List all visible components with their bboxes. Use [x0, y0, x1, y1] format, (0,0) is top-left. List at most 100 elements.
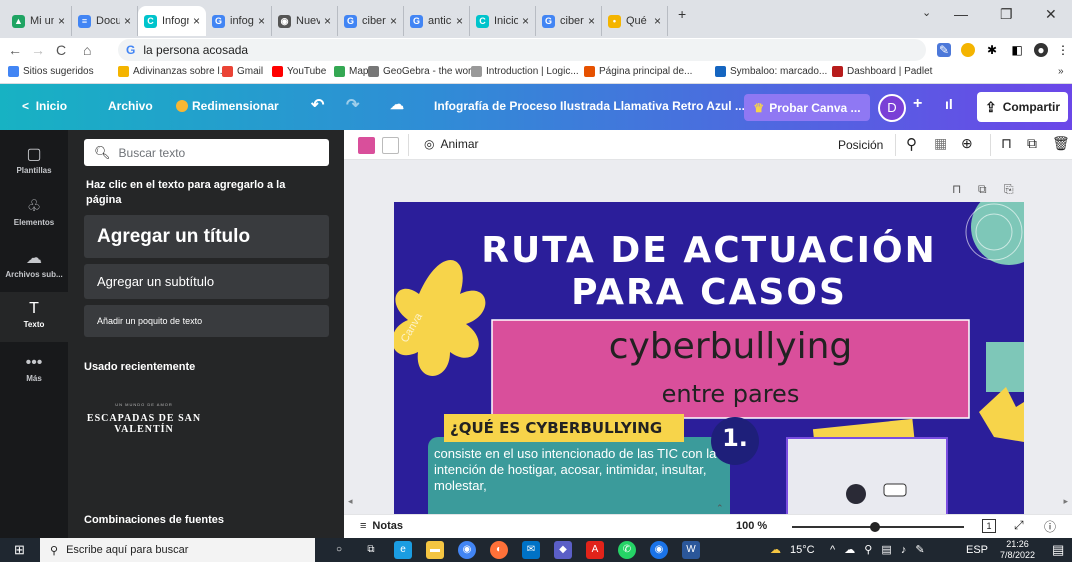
rail-item[interactable]: ••• Más: [0, 346, 68, 390]
zoom-value[interactable]: 100 %: [736, 520, 767, 532]
page-lock-icon[interactable]: ⊓: [952, 182, 961, 196]
browser-tab[interactable]: C Inicio - (×: [470, 6, 536, 36]
taskbar-search-input[interactable]: ⚲ Escribe aquí para buscar: [40, 538, 315, 562]
tab-close-icon[interactable]: ×: [324, 14, 331, 28]
browser-tab[interactable]: Ginfografí ×: [206, 6, 272, 36]
minimize-icon[interactable]: —: [954, 6, 968, 22]
windows-start-icon[interactable]: ⊞: [14, 542, 25, 558]
browser-tab[interactable]: • Qué es e ×: [602, 6, 668, 36]
chrome-icon[interactable]: ◉: [458, 541, 476, 559]
browser-tab[interactable]: ▲ Mi unida ×: [6, 6, 72, 36]
zoom-slider[interactable]: [792, 522, 964, 532]
rail-item[interactable]: T Texto: [0, 292, 68, 342]
cloud-save-icon[interactable]: ☁: [390, 96, 404, 113]
firefox-icon[interactable]: ◐: [490, 541, 508, 559]
browser-tab[interactable]: ≡ Docume ×: [72, 6, 138, 36]
sidebar-icon[interactable]: ◧: [1010, 43, 1024, 57]
bookmark-item[interactable]: Symbaloo: marcado...: [715, 66, 827, 77]
forward-icon[interactable]: →: [31, 42, 45, 58]
help-icon[interactable]: ⓘ: [1044, 518, 1056, 535]
banner-sub-text[interactable]: entre pares: [492, 380, 969, 408]
bookmark-item[interactable]: GeoGebra - the wor...: [368, 66, 479, 77]
design-page[interactable]: RUTA DE ACTUACIÓN PARA CASOS cyberbullyi…: [394, 202, 1024, 514]
whatsapp-icon[interactable]: ✆: [618, 541, 636, 559]
add-subtitle-button[interactable]: Agregar un subtítulo: [84, 264, 329, 299]
task-view-icon[interactable]: ⧉: [362, 541, 380, 559]
tab-close-icon[interactable]: ×: [456, 14, 463, 28]
address-field[interactable]: G la persona acosada: [118, 39, 926, 61]
paint-format-icon[interactable]: ⚲: [906, 135, 917, 153]
tab-close-icon[interactable]: ×: [522, 14, 529, 28]
extension-icon[interactable]: [961, 43, 975, 57]
home-icon[interactable]: ⌂: [83, 42, 91, 58]
tray-icons[interactable]: ^ ☁ ⚲ ▤ ♪ ✎: [830, 543, 928, 556]
lock-icon[interactable]: ⊓: [1001, 135, 1012, 152]
recent-font-thumbnail[interactable]: UN MUNDO DE AMOR ESCAPADAS DE SAN VALENT…: [84, 392, 204, 492]
tab-close-icon[interactable]: ×: [58, 14, 65, 28]
color-swatch-white[interactable]: [382, 137, 399, 154]
bookmark-item[interactable]: Sitios sugeridos: [8, 66, 94, 77]
zoom-slider-knob[interactable]: [869, 522, 880, 532]
add-member-icon[interactable]: +: [913, 95, 922, 113]
add-title-button[interactable]: Agregar un título: [84, 215, 329, 258]
banner-main-text[interactable]: cyberbullying: [492, 326, 969, 367]
rail-item[interactable]: ▢ Plantillas: [0, 136, 68, 184]
animate-button[interactable]: ◎ Animar: [424, 137, 479, 151]
reload-icon[interactable]: C: [56, 42, 66, 58]
search-text-input[interactable]: 🔍︎ Buscar texto: [84, 139, 329, 166]
page-number[interactable]: 1: [982, 519, 996, 533]
notes-button[interactable]: ≡ Notas: [360, 520, 403, 532]
new-tab-button[interactable]: +: [678, 6, 686, 22]
design-title[interactable]: RUTA DE ACTUACIÓN PARA CASOS: [394, 230, 1024, 314]
expand-pages-icon[interactable]: ⌃: [716, 503, 724, 514]
tab-close-icon[interactable]: ×: [588, 14, 595, 28]
browser-tab[interactable]: ◉ Nueva p ×: [272, 6, 338, 36]
puzzle-icon[interactable]: ✱: [985, 43, 999, 57]
definition-text[interactable]: consiste en el uso intencionado de las T…: [434, 446, 732, 494]
weather-temp[interactable]: 15°C: [790, 544, 815, 556]
file-menu[interactable]: Archivo: [108, 99, 153, 113]
transparency-icon[interactable]: ▦: [934, 135, 947, 152]
color-swatch-pink[interactable]: [358, 137, 375, 154]
mail-icon[interactable]: ✉: [522, 541, 540, 559]
tab-search-icon[interactable]: ⌄: [922, 6, 931, 19]
menu-icon[interactable]: ⋮: [1056, 43, 1070, 57]
profile-icon[interactable]: ●: [1034, 43, 1048, 57]
tab-close-icon[interactable]: ×: [193, 14, 200, 28]
bookmark-item[interactable]: Página principal de...: [584, 66, 692, 77]
browser-tab[interactable]: Gciberaco ×: [338, 6, 404, 36]
document-title[interactable]: Infografía de Proceso Ilustrada Llamativ…: [434, 99, 745, 113]
bookmark-item[interactable]: Adivinanzas sobre l...: [118, 66, 228, 77]
browser-tab[interactable]: Gciberaco ×: [536, 6, 602, 36]
clock[interactable]: 21:26 7/8/2022: [1000, 539, 1035, 561]
bookmark-item[interactable]: Gmail: [222, 66, 263, 77]
scroll-left-icon[interactable]: ◂: [348, 496, 353, 507]
language-indicator[interactable]: ESP: [966, 544, 988, 556]
bookmark-item[interactable]: Introduction | Logic...: [471, 66, 579, 77]
fullscreen-icon[interactable]: ⤢: [1014, 518, 1024, 533]
link-icon[interactable]: ⊕: [961, 135, 973, 152]
avatar[interactable]: D: [878, 94, 906, 122]
bookmark-item[interactable]: Dashboard | Padlet: [832, 66, 932, 77]
extension-icon[interactable]: ✎: [937, 43, 951, 57]
add-page-icon[interactable]: ⎘: [1004, 182, 1014, 197]
page-duplicate-icon[interactable]: ⧉: [978, 182, 987, 197]
tab-close-icon[interactable]: ×: [124, 14, 131, 28]
share-button[interactable]: ⇪ Compartir: [977, 92, 1068, 122]
file-explorer-icon[interactable]: ▬: [426, 541, 444, 559]
browser-tab[interactable]: C Infografí ×: [138, 6, 206, 36]
insights-icon[interactable]: ıl: [945, 96, 953, 112]
weather-icon[interactable]: ☁: [770, 543, 781, 556]
rail-item[interactable]: ☁ Archivos sub...: [0, 240, 68, 288]
tab-close-icon[interactable]: ×: [258, 14, 265, 28]
word-icon[interactable]: W: [682, 541, 700, 559]
resize-button[interactable]: Redimensionar: [176, 99, 279, 113]
redo-icon[interactable]: ↷: [346, 95, 359, 115]
bookmark-item[interactable]: YouTube: [272, 66, 326, 77]
chrome-icon[interactable]: ◉: [650, 541, 668, 559]
add-body-text-button[interactable]: Añadir un poquito de texto: [84, 305, 329, 337]
position-button[interactable]: Posición: [838, 138, 883, 152]
app-icon[interactable]: ◆: [554, 541, 572, 559]
undo-icon[interactable]: ↶: [311, 95, 324, 115]
browser-tab[interactable]: Ganticipa ×: [404, 6, 470, 36]
